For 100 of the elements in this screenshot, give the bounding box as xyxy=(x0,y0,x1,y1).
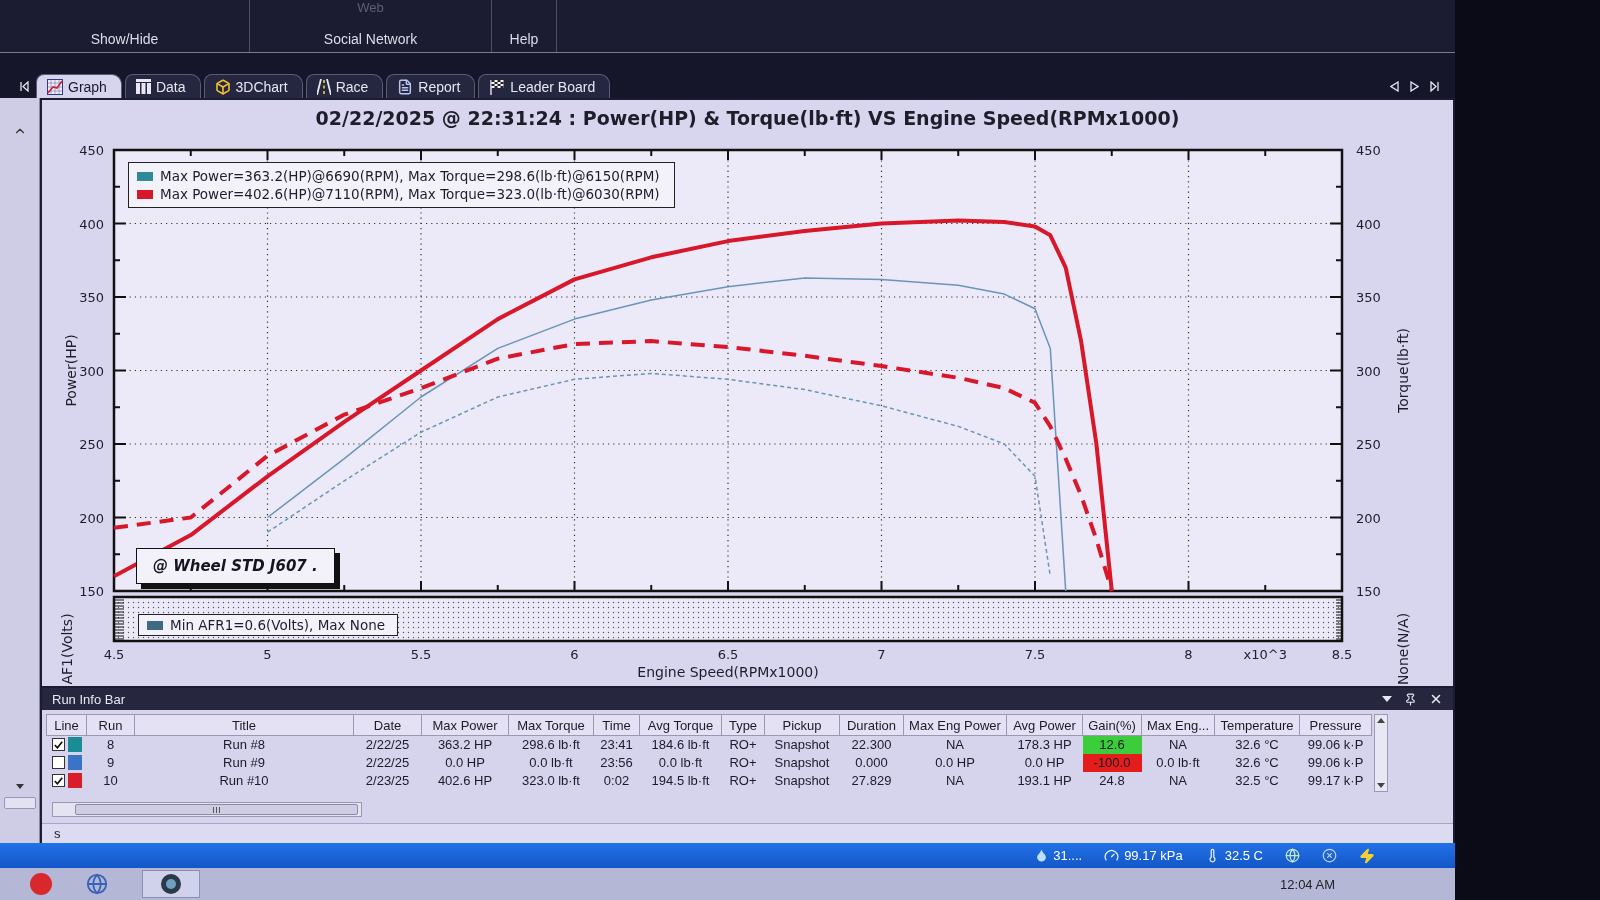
pin-icon xyxy=(1404,692,1417,706)
axis-tick-label: 7 xyxy=(877,647,886,662)
columns-icon xyxy=(135,79,151,94)
dropdown-button[interactable] xyxy=(1382,696,1392,702)
checkbox[interactable] xyxy=(51,738,65,752)
table-cell-text: 193.1 HP xyxy=(1016,772,1073,790)
horizontal-scrollbar[interactable] xyxy=(52,802,362,817)
column-header[interactable]: Pickup xyxy=(764,714,840,736)
table-cell-text: 10 xyxy=(102,772,119,790)
table-cell-text: 0.0 HP xyxy=(444,754,486,772)
tab[interactable]: Data xyxy=(124,74,201,98)
right-triangle-icon xyxy=(1410,81,1419,92)
table-cell-text: 0.0 lb·ft xyxy=(657,754,704,772)
axis-title: Torque(lb·ft) xyxy=(1395,328,1411,413)
cube-icon xyxy=(214,78,231,95)
taskbar-button[interactable] xyxy=(142,870,200,898)
gauge-icon xyxy=(1104,848,1120,863)
column-header[interactable]: Max Power xyxy=(421,714,509,736)
axis-tick-label: 250 xyxy=(79,437,104,452)
droplet-icon xyxy=(1035,849,1049,862)
axis-tick-label: 5.5 xyxy=(410,647,432,662)
tab[interactable]: 3DChart xyxy=(203,74,303,98)
tab[interactable]: Leader Board xyxy=(478,74,611,98)
table-cell-text: 0.0 lb·ft xyxy=(528,754,574,772)
horizontal-scrollbar[interactable] xyxy=(3,797,36,809)
table-cell-text: 2/23/25 xyxy=(364,772,411,790)
column-header[interactable]: Max Eng Power xyxy=(903,714,1007,736)
axis-tick-label: 5 xyxy=(263,647,272,662)
axis-tick-label: 4.5 xyxy=(103,647,125,662)
pin-button[interactable] xyxy=(1404,692,1417,706)
caret-down-icon[interactable] xyxy=(15,784,24,789)
left-triangle-icon xyxy=(1390,81,1399,92)
legend-label: Max Power=363.2(HP)@6690(RPM), Max Torque=298.6(lb·ft)@6150(RPM) xyxy=(160,168,660,184)
table-cell-text: 32.5 °C xyxy=(1234,772,1280,790)
axis-tick-label: 150 xyxy=(1356,584,1381,599)
axis-tick-label: 300 xyxy=(1356,363,1381,379)
ribbon-group-label: Social Network xyxy=(323,31,418,47)
table-cell: 24.8 xyxy=(1082,771,1142,790)
table-cell-text: RO+ xyxy=(728,754,758,772)
checkbox[interactable] xyxy=(51,756,65,769)
table-cell: NA xyxy=(1141,735,1215,754)
table-cell-text: RO+ xyxy=(728,772,758,790)
table-cell-text: 0:02 xyxy=(602,772,631,790)
globe-icon[interactable] xyxy=(86,873,108,895)
table-cell: 0.0 lb·ft xyxy=(1141,753,1215,772)
table-cell: 178.3 HP xyxy=(1006,735,1083,754)
axis-tick-label: 350 xyxy=(79,290,104,305)
ribbon-group-label: Help xyxy=(509,31,539,47)
column-header[interactable]: Time xyxy=(593,714,640,736)
close-button[interactable] xyxy=(1429,692,1443,706)
column-header[interactable]: Max Torque xyxy=(508,714,594,736)
column-header[interactable]: Run xyxy=(86,714,135,736)
column-header[interactable]: Gain(%) xyxy=(1082,714,1142,736)
axis-tick-label: 7.5 xyxy=(1024,647,1046,662)
column-header[interactable]: Max Eng... xyxy=(1141,714,1215,736)
axis-tick-label: 8.5 xyxy=(1331,647,1353,662)
tab[interactable]: Race xyxy=(305,74,384,98)
table-cell-text: 23:56 xyxy=(599,754,634,772)
column-header[interactable]: Type xyxy=(721,714,765,736)
vertical-scrollbar[interactable] xyxy=(1374,714,1388,792)
column-header[interactable]: Avg Torque xyxy=(639,714,722,736)
table-cell-text: 99.06 k·P xyxy=(1306,754,1365,772)
app-icon[interactable] xyxy=(30,873,52,895)
panel-title: Run Info Bar xyxy=(52,691,125,707)
column-header[interactable]: Pressure xyxy=(1299,714,1372,736)
tab[interactable]: Graph xyxy=(36,74,122,98)
checkbox[interactable] xyxy=(51,774,65,787)
column-header[interactable]: Temperature xyxy=(1214,714,1300,736)
column-header[interactable]: Avg Power xyxy=(1006,714,1083,736)
table-cell: 298.6 lb·ft xyxy=(508,735,594,754)
table-cell-text: 402.6 HP xyxy=(436,772,494,790)
skip-start-icon xyxy=(20,81,29,92)
legend-label: Min AFR1=0.6(Volts), Max None xyxy=(170,617,386,633)
chart-title: 02/22/2025 @ 22:31:24 : Power(HP) & Torque(lb·ft) VS Engine Speed(RPMx1000) xyxy=(314,106,1181,131)
table-cell-text: 194.5 lb·ft xyxy=(650,772,711,790)
table-cell-text: Run #9 xyxy=(222,754,266,772)
axis-tick-label: 300 xyxy=(79,363,104,379)
column-header[interactable]: Title xyxy=(134,714,354,736)
axis-multiplier-label: x10^3 xyxy=(1243,647,1287,662)
axis-title: Engine Speed(RPMx1000) xyxy=(637,664,819,680)
table-cell-text: 323.0 lb·ft xyxy=(521,772,581,790)
footer-text: s xyxy=(54,826,61,841)
column-header[interactable]: Line xyxy=(46,714,87,736)
table-cell: NA xyxy=(1141,771,1215,790)
column-header[interactable]: Duration xyxy=(839,714,904,736)
status-text: 31.... xyxy=(1053,848,1083,863)
table-cell-text: Snapshot xyxy=(773,772,831,790)
close-icon xyxy=(1429,692,1443,706)
column-header[interactable]: Date xyxy=(353,714,422,736)
table-cell-text: 0.0 HP xyxy=(1023,754,1066,772)
checkered-flag-icon xyxy=(489,78,506,95)
axis-tick-label: 400 xyxy=(79,216,104,232)
lightning-icon[interactable] xyxy=(1359,847,1375,864)
table-cell: 363.2 HP xyxy=(421,735,509,754)
x-circle-icon[interactable] xyxy=(1322,848,1337,863)
axis-tick-label: 6 xyxy=(570,647,579,662)
axis-tick-label: 200 xyxy=(1356,510,1381,526)
table-cell: Snapshot xyxy=(764,735,840,754)
axis-tick-label: 350 xyxy=(1356,290,1381,305)
tab[interactable]: Report xyxy=(386,74,476,98)
